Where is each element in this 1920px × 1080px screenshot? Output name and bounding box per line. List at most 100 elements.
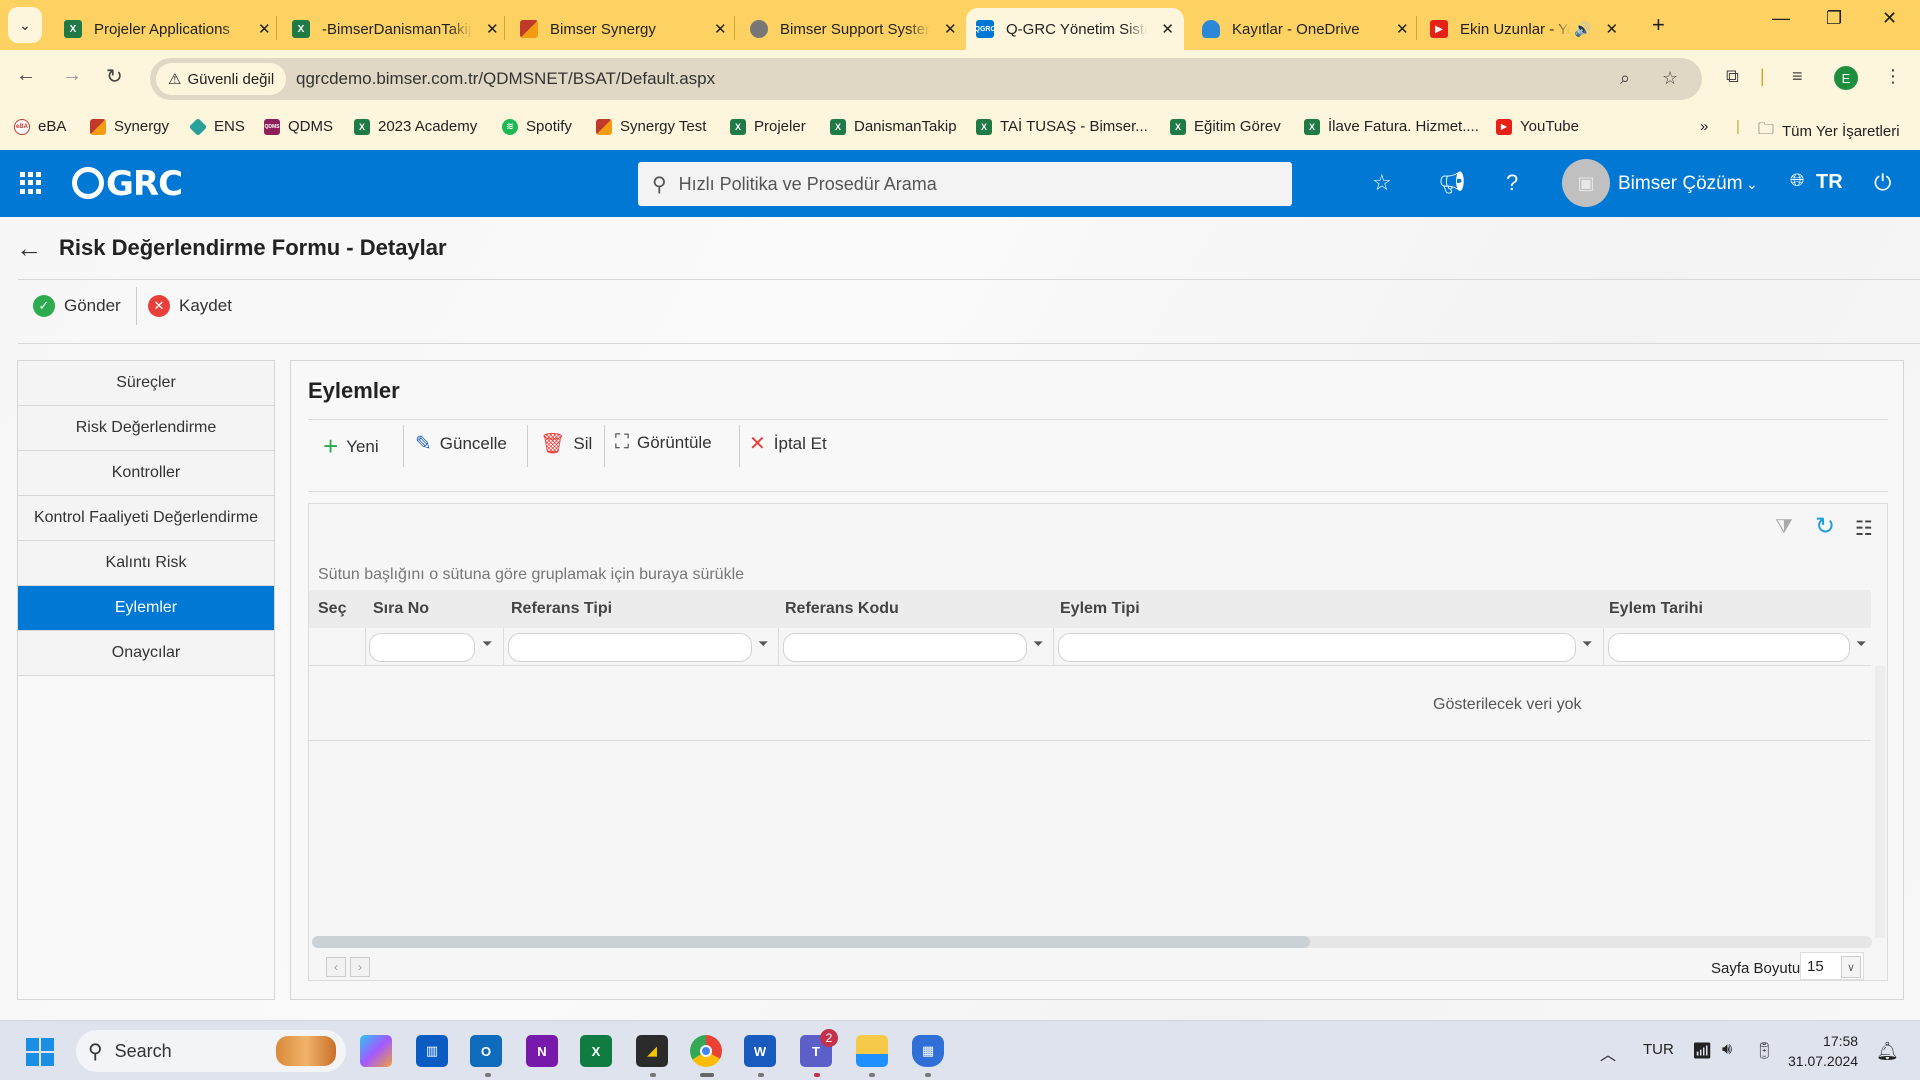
word-icon[interactable]: W: [744, 1035, 776, 1067]
url-text[interactable]: qgrcdemo.bimser.com.tr/QDMSNET/BSAT/Defa…: [296, 69, 715, 89]
tab-search-button[interactable]: ⌄: [8, 7, 42, 43]
close-icon[interactable]: ✕: [944, 20, 957, 38]
bookmark-item[interactable]: ENS: [188, 117, 245, 136]
filter-funnel-icon[interactable]: ⏷: [1582, 636, 1592, 652]
save-button[interactable]: ✕ Kaydet: [148, 295, 232, 317]
clear-filter-icon[interactable]: ⧩: [1775, 516, 1793, 539]
column-header-referans-kodu[interactable]: Referans Kodu: [785, 600, 899, 618]
bookmark-item[interactable]: X TAİ TUSAŞ - Bimser...: [976, 118, 1148, 135]
column-header-sira-no[interactable]: Sıra No: [373, 600, 429, 618]
system-clock[interactable]: 17:58 31.07.2024: [1788, 1031, 1858, 1071]
start-button[interactable]: [26, 1038, 54, 1066]
bookmarks-overflow-button[interactable]: »: [1700, 118, 1708, 135]
delete-button[interactable]: 🗑︎ Sil: [540, 431, 592, 456]
help-icon[interactable]: ?: [1506, 170, 1518, 196]
browser-tab[interactable]: Bimser Synergy ✕: [510, 8, 737, 50]
sidebar-item-kontrol-faaliyeti[interactable]: Kontrol Faaliyeti Değerlendirme: [18, 496, 274, 541]
bookmark-item[interactable]: X Projeler: [730, 118, 806, 135]
horizontal-scrollbar-thumb[interactable]: [312, 936, 1311, 948]
bookmark-star-icon[interactable]: ☆: [1662, 68, 1678, 89]
bookmark-item[interactable]: QDMS QDMS: [264, 118, 333, 135]
browser-tab[interactable]: ▶ Ekin Uzunlar - YouTube 🔊 ✕: [1420, 8, 1628, 50]
back-arrow-icon[interactable]: ←: [16, 233, 42, 264]
filter-input-sira-no[interactable]: [369, 633, 475, 662]
previous-page-button[interactable]: ‹: [326, 957, 346, 977]
taskbar-search[interactable]: ⚲ Search: [76, 1030, 346, 1072]
audio-playing-icon[interactable]: 🔊: [1574, 21, 1591, 38]
power-icon[interactable]: ⏻: [1874, 170, 1891, 196]
column-header-referans-tipi[interactable]: Referans Tipi: [511, 600, 612, 618]
browser-tab-active[interactable]: QGRC Q-GRC Yönetim Sistemi ✕: [966, 8, 1184, 50]
policy-search-input[interactable]: ⚲ Hızlı Politika ve Prosedür Arama: [638, 162, 1292, 206]
sidebar-item-kontroller[interactable]: Kontroller: [18, 451, 274, 496]
sidebar-item-onaycilar[interactable]: Onaycılar: [18, 631, 274, 676]
filter-input-eylem-tarihi[interactable]: [1608, 633, 1850, 662]
column-header-select[interactable]: Seç: [318, 600, 346, 618]
filter-funnel-icon[interactable]: ⏷: [758, 636, 768, 652]
wifi-icon[interactable]: 📶︎: [1692, 1041, 1712, 1061]
zoom-icon[interactable]: ⌕: [1620, 68, 1630, 89]
close-icon[interactable]: ✕: [1396, 20, 1409, 38]
bookmark-item[interactable]: ≋ Spotify: [502, 118, 572, 135]
excel-icon[interactable]: X: [580, 1035, 612, 1067]
horizontal-scrollbar[interactable]: [312, 936, 1872, 948]
back-button[interactable]: ←: [16, 64, 36, 87]
maximize-button[interactable]: ❐: [1826, 8, 1842, 29]
browser-tab[interactable]: X -BimserDanismanTakip ✕: [282, 8, 509, 50]
announcements-megaphone-icon[interactable]: 📢︎: [1438, 170, 1466, 196]
sidebar-item-kalinti-risk[interactable]: Kalıntı Risk: [18, 541, 274, 586]
profile-avatar[interactable]: E: [1834, 66, 1858, 90]
address-bar[interactable]: ⚠ Güvenli değil qgrcdemo.bimser.com.tr/Q…: [150, 58, 1702, 100]
bookmark-item[interactable]: X DanismanTakip: [830, 118, 957, 135]
bookmark-item[interactable]: Synergy: [90, 118, 169, 135]
filter-funnel-icon[interactable]: ⏷: [482, 636, 492, 652]
sidebar-item-eylemler[interactable]: Eylemler: [18, 586, 274, 631]
bookmark-item[interactable]: X İlave Fatura. Hizmet....: [1304, 118, 1479, 135]
chevron-down-icon[interactable]: ⌄: [1746, 176, 1758, 193]
page-size-select[interactable]: 15 ∨: [1800, 952, 1864, 980]
app-launcher-icon[interactable]: [20, 172, 42, 194]
column-header-eylem-tipi[interactable]: Eylem Tipi: [1060, 600, 1140, 618]
security-chip[interactable]: ⚠ Güvenli değil: [156, 63, 287, 95]
filter-input-referans-kodu[interactable]: [783, 633, 1027, 662]
bookmark-item[interactable]: ▶ YouTube: [1496, 118, 1579, 135]
filter-input-referans-tipi[interactable]: [508, 633, 752, 662]
sticky-notes-icon[interactable]: ◢: [636, 1035, 668, 1067]
sidebar-item-risk-degerlendirme[interactable]: Risk Değerlendirme: [18, 406, 274, 451]
minimize-button[interactable]: —: [1772, 8, 1790, 29]
filter-funnel-icon[interactable]: ⏷: [1033, 636, 1043, 652]
filter-input-eylem-tipi[interactable]: [1058, 633, 1576, 662]
column-header-eylem-tarihi[interactable]: Eylem Tarihi: [1609, 600, 1703, 618]
next-page-button[interactable]: ›: [350, 957, 370, 977]
close-icon[interactable]: ✕: [714, 20, 727, 38]
send-button[interactable]: ✓ Gönder: [33, 295, 121, 317]
volume-icon[interactable]: 🔊︎: [1722, 1041, 1732, 1059]
cancel-action-button[interactable]: ✕ İptal Et: [749, 431, 827, 456]
chrome-icon[interactable]: [690, 1035, 722, 1067]
new-tab-button[interactable]: +: [1652, 12, 1665, 38]
security-shield-icon[interactable]: ▦: [912, 1035, 944, 1067]
group-drop-hint[interactable]: Sütun başlığını o sütuna göre gruplamak …: [318, 566, 744, 584]
refresh-icon[interactable]: ↻: [1815, 512, 1835, 541]
user-name[interactable]: Bimser Çözüm: [1618, 173, 1743, 195]
menu-kebab-icon[interactable]: ⋮: [1884, 66, 1902, 87]
close-icon[interactable]: ✕: [486, 20, 499, 38]
input-language-indicator[interactable]: TUR: [1643, 1041, 1674, 1058]
outlook-icon[interactable]: O: [470, 1035, 502, 1067]
column-settings-icon[interactable]: ☷: [1855, 516, 1873, 541]
browser-tab[interactable]: Bimser Support System ✕: [740, 8, 967, 50]
new-button[interactable]: + Yeni: [323, 431, 379, 462]
close-icon[interactable]: ✕: [258, 20, 271, 38]
vertical-scrollbar[interactable]: [1875, 666, 1885, 938]
browser-tab[interactable]: X Projeler Applications ✕: [54, 8, 281, 50]
language-selector[interactable]: TR: [1816, 171, 1843, 194]
extensions-icon[interactable]: ⧉: [1726, 66, 1739, 87]
update-button[interactable]: ✎ Güncelle: [415, 431, 507, 456]
bookmark-item[interactable]: X 2023 Academy: [354, 118, 477, 135]
sidebar-item-surecler[interactable]: Süreçler: [18, 361, 274, 406]
copilot-icon[interactable]: [360, 1035, 392, 1067]
filter-funnel-icon[interactable]: ⏷: [1856, 636, 1866, 652]
browser-tab[interactable]: Kayıtlar - OneDrive ✕: [1192, 8, 1419, 50]
view-button[interactable]: ⛶ Görüntüle: [615, 431, 712, 454]
bookmark-item[interactable]: Synergy Test: [596, 118, 706, 135]
